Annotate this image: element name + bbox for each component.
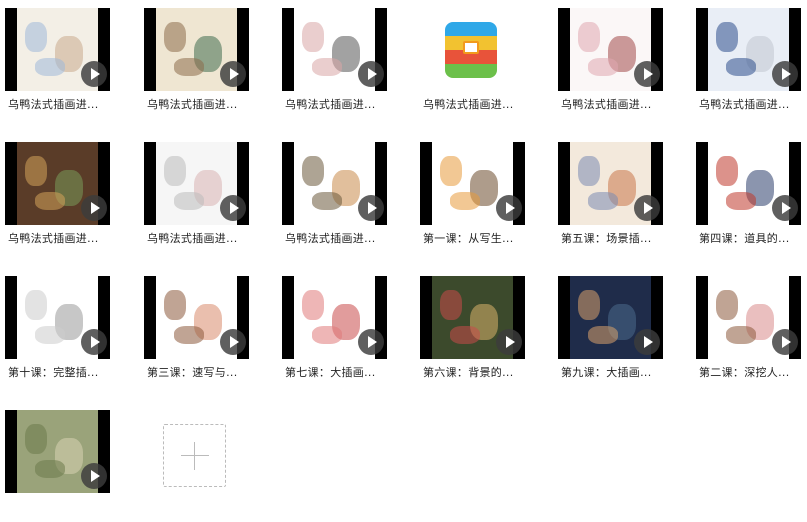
video-thumbnail — [696, 276, 801, 359]
file-tile[interactable] — [0, 402, 130, 522]
file-name-label: 第九课：大插画... — [561, 366, 652, 379]
file-tile[interactable]: 第三课：速写与... — [139, 268, 269, 388]
video-thumbnail — [144, 8, 249, 91]
file-name-label: 乌鸭法式插画进... — [8, 98, 99, 111]
video-thumbnail — [5, 410, 110, 493]
file-tile[interactable]: 第二课：深挖人... — [691, 268, 807, 388]
file-tile[interactable]: 第十课：完整插... — [0, 268, 130, 388]
video-thumbnail — [420, 142, 525, 225]
play-icon[interactable] — [81, 329, 107, 355]
play-icon[interactable] — [358, 61, 384, 87]
add-file-button[interactable] — [163, 424, 226, 487]
file-name-label: 乌鸭法式插画进... — [147, 232, 238, 245]
file-tile[interactable]: 第六课：背景的... — [415, 268, 545, 388]
file-tile[interactable]: 乌鸭法式插画进... — [415, 0, 545, 120]
file-tile[interactable]: 第四课：道具的... — [691, 134, 807, 254]
file-tile[interactable]: 乌鸭法式插画进... — [277, 134, 407, 254]
file-grid: 乌鸭法式插画进... 乌鸭法式插画进... 乌鸭法式插画进... 乌鸭法式插画进...… — [0, 0, 807, 503]
video-thumbnail — [282, 8, 387, 91]
file-tile[interactable]: 第九课：大插画... — [553, 268, 683, 388]
file-name-label: 第四课：道具的... — [699, 232, 790, 245]
play-icon[interactable] — [496, 329, 522, 355]
archive-app-icon — [445, 22, 497, 78]
file-name-label: 第三课：速写与... — [147, 366, 238, 379]
play-icon[interactable] — [772, 61, 798, 87]
file-tile[interactable]: 第一课：从写生... — [415, 134, 545, 254]
file-name-label: 乌鸭法式插画进... — [699, 98, 790, 111]
play-icon[interactable] — [220, 329, 246, 355]
file-name-label: 第十课：完整插... — [8, 366, 99, 379]
play-icon[interactable] — [81, 195, 107, 221]
file-tile[interactable]: 第七课：大插画... — [277, 268, 407, 388]
video-thumbnail — [420, 276, 525, 359]
file-name-label: 乌鸭法式插画进... — [147, 98, 238, 111]
video-thumbnail — [558, 276, 663, 359]
file-name-label: 第五课：场景插... — [561, 232, 652, 245]
file-name-label: 第六课：背景的... — [423, 366, 514, 379]
video-thumbnail — [5, 142, 110, 225]
file-name-label: 乌鸭法式插画进... — [285, 232, 376, 245]
file-name-label: 第二课：深挖人... — [699, 366, 790, 379]
file-name-label: 乌鸭法式插画进... — [561, 98, 652, 111]
video-thumbnail — [5, 276, 110, 359]
file-tile[interactable]: 乌鸭法式插画进... — [0, 134, 130, 254]
video-thumbnail — [5, 8, 110, 91]
file-tile[interactable]: 乌鸭法式插画进... — [691, 0, 807, 120]
file-name-label: 第七课：大插画... — [285, 366, 376, 379]
file-tile[interactable]: 乌鸭法式插画进... — [0, 0, 130, 120]
video-thumbnail — [558, 142, 663, 225]
play-icon[interactable] — [220, 61, 246, 87]
file-tile[interactable]: 乌鸭法式插画进... — [553, 0, 683, 120]
video-thumbnail — [558, 8, 663, 91]
file-tile[interactable]: 乌鸭法式插画进... — [277, 0, 407, 120]
play-icon[interactable] — [220, 195, 246, 221]
video-thumbnail — [696, 142, 801, 225]
file-name-label: 乌鸭法式插画进... — [423, 98, 514, 111]
play-icon[interactable] — [81, 61, 107, 87]
play-icon[interactable] — [634, 195, 660, 221]
file-tile[interactable]: 第五课：场景插... — [553, 134, 683, 254]
file-tile[interactable]: 乌鸭法式插画进... — [139, 0, 269, 120]
play-icon[interactable] — [81, 463, 107, 489]
video-thumbnail — [696, 8, 801, 91]
play-icon[interactable] — [634, 61, 660, 87]
play-icon[interactable] — [496, 195, 522, 221]
play-icon[interactable] — [634, 329, 660, 355]
file-name-label: 第一课：从写生... — [423, 232, 514, 245]
play-icon[interactable] — [358, 195, 384, 221]
play-icon[interactable] — [772, 195, 798, 221]
video-thumbnail — [144, 276, 249, 359]
file-tile[interactable]: 乌鸭法式插画进... — [139, 134, 269, 254]
play-icon[interactable] — [772, 329, 798, 355]
play-icon[interactable] — [358, 329, 384, 355]
file-name-label: 乌鸭法式插画进... — [285, 98, 376, 111]
file-name-label: 乌鸭法式插画进... — [8, 232, 99, 245]
video-thumbnail — [282, 276, 387, 359]
video-thumbnail — [282, 142, 387, 225]
video-thumbnail — [144, 142, 249, 225]
